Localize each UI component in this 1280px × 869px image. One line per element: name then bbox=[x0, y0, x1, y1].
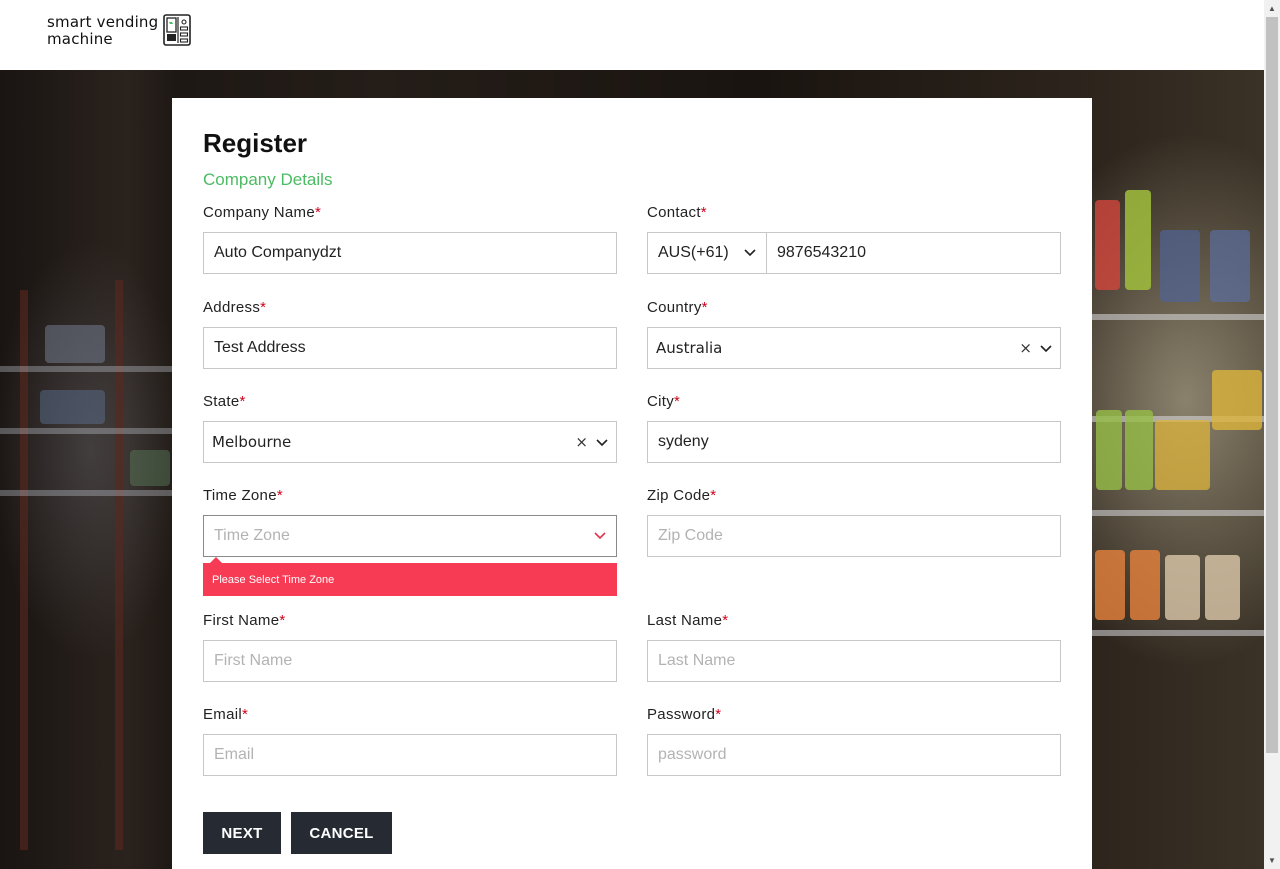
password-input[interactable]: password bbox=[647, 734, 1061, 776]
country-code-select[interactable]: AUS(+61) bbox=[647, 232, 767, 274]
brand-name: smart vending machine bbox=[47, 13, 159, 48]
vending-machine-icon bbox=[163, 14, 192, 51]
time-zone-select[interactable]: Time Zone bbox=[203, 515, 617, 557]
country-select[interactable]: Australia × bbox=[647, 327, 1061, 369]
address-input[interactable]: Test Address bbox=[203, 327, 617, 369]
company-name-input[interactable]: Auto Companydzt bbox=[203, 232, 617, 274]
chevron-down-icon[interactable] bbox=[1040, 339, 1052, 357]
state-field: State* Melbourne × bbox=[203, 393, 617, 463]
time-zone-error: Please Select Time Zone bbox=[203, 563, 617, 596]
section-subtitle: Company Details bbox=[203, 170, 333, 189]
scroll-down-icon[interactable]: ▼ bbox=[1264, 852, 1280, 869]
email-input[interactable]: Email bbox=[203, 734, 617, 776]
cancel-button[interactable]: CANCEL bbox=[291, 812, 392, 854]
password-field: Password* password bbox=[647, 706, 1061, 776]
company-name-field: Company Name* Auto Companydzt bbox=[203, 204, 617, 274]
page-title: Register bbox=[203, 128, 308, 158]
first-name-input[interactable]: First Name bbox=[203, 640, 617, 682]
clear-icon[interactable]: × bbox=[575, 433, 588, 451]
next-button[interactable]: NEXT bbox=[203, 812, 281, 854]
register-card: Register Company Details Company Name* A… bbox=[172, 98, 1092, 869]
chevron-down-icon[interactable] bbox=[594, 527, 606, 545]
state-select[interactable]: Melbourne × bbox=[203, 421, 617, 463]
last-name-field: Last Name* Last Name bbox=[647, 612, 1061, 682]
first-name-field: First Name* First Name bbox=[203, 612, 617, 682]
clear-icon[interactable]: × bbox=[1019, 339, 1032, 357]
scrollbar-thumb[interactable] bbox=[1266, 17, 1278, 753]
phone-input[interactable]: 9876543210 bbox=[767, 232, 1061, 274]
chevron-down-icon bbox=[744, 244, 756, 262]
zip-code-field: Zip Code* Zip Code bbox=[647, 487, 1061, 557]
city-field: City* sydeny bbox=[647, 393, 1061, 463]
last-name-input[interactable]: Last Name bbox=[647, 640, 1061, 682]
time-zone-field: Time Zone* Time Zone bbox=[203, 487, 617, 557]
address-field: Address* Test Address bbox=[203, 299, 617, 369]
city-input[interactable]: sydeny bbox=[647, 421, 1061, 463]
top-header: smart vending machine bbox=[0, 0, 1264, 70]
zip-code-input[interactable]: Zip Code bbox=[647, 515, 1061, 557]
scroll-up-icon[interactable]: ▲ bbox=[1264, 0, 1280, 17]
country-field: Country* Australia × bbox=[647, 299, 1061, 369]
brand-logo[interactable]: smart vending machine bbox=[47, 13, 192, 51]
contact-field: Contact* AUS(+61) 9876543210 bbox=[647, 204, 1061, 274]
email-field: Email* Email bbox=[203, 706, 617, 776]
chevron-down-icon[interactable] bbox=[596, 433, 608, 451]
